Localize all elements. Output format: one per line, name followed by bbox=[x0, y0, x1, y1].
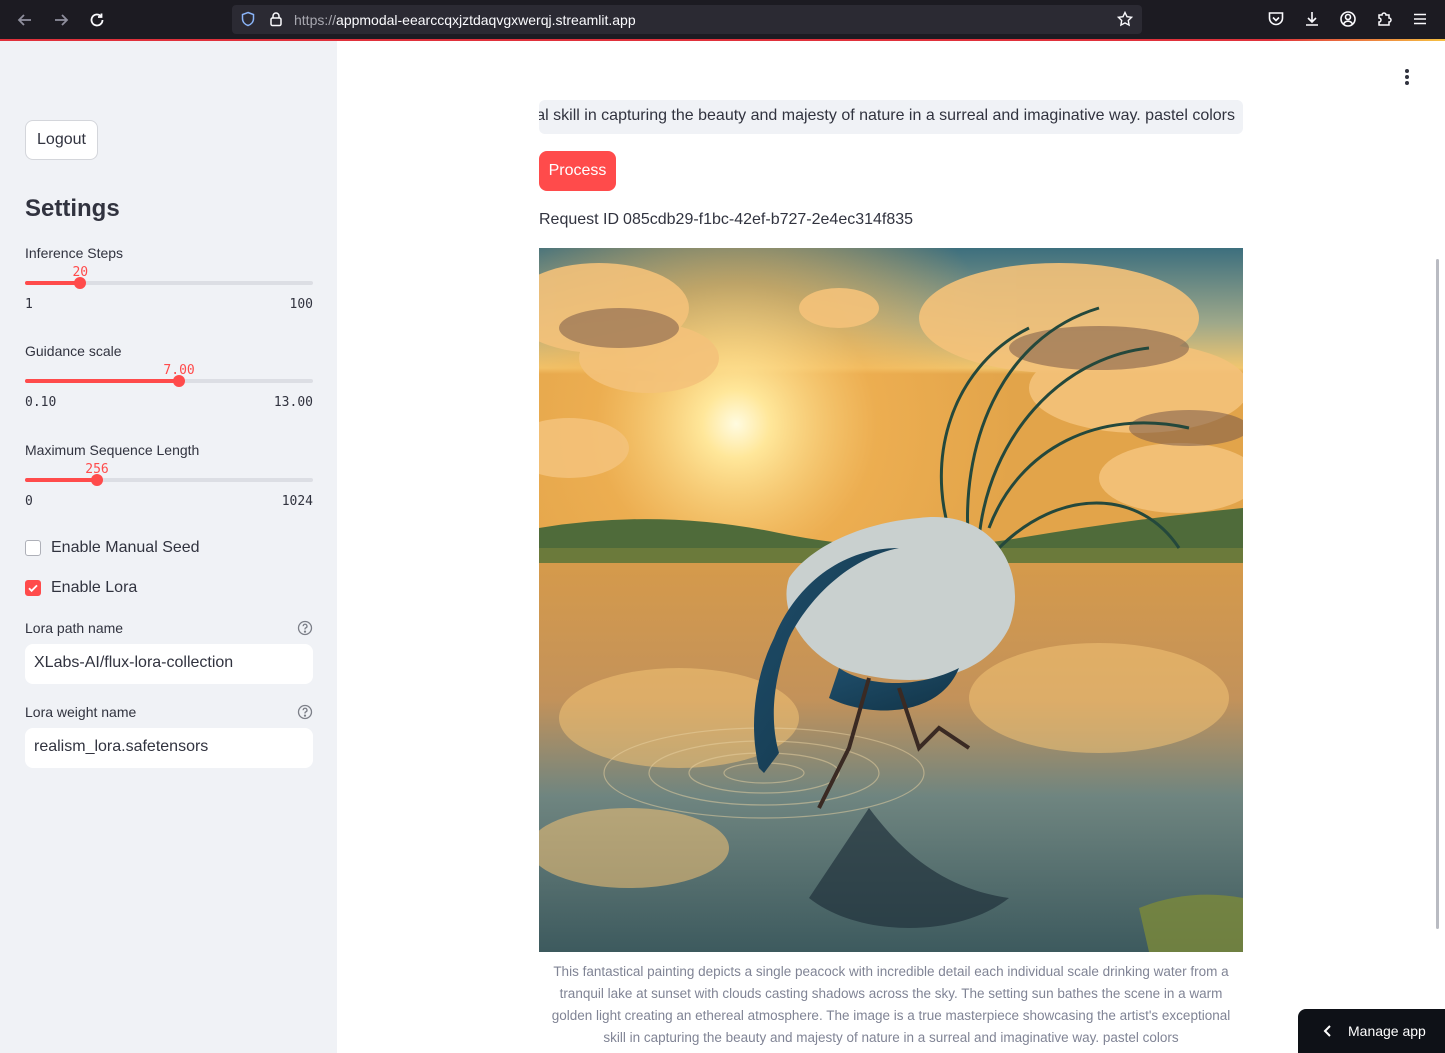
sidebar: Logout Settings Inference Steps 20 1 100… bbox=[0, 41, 337, 1053]
lora-weight-label: Lora weight name bbox=[25, 704, 137, 720]
logout-button[interactable]: Logout bbox=[25, 120, 98, 160]
manage-app-label: Manage app bbox=[1348, 1023, 1426, 1039]
url-prefix: https:// bbox=[294, 12, 337, 28]
request-id-label: Request ID bbox=[539, 211, 620, 228]
manage-app-button[interactable]: Manage app bbox=[1298, 1009, 1445, 1053]
chevron-left-icon bbox=[1323, 1025, 1331, 1037]
prompt-text: otional skill in capturing the beauty an… bbox=[539, 107, 1235, 124]
checkbox-label: Enable Lora bbox=[51, 579, 138, 596]
slider-label: Guidance scale bbox=[25, 343, 122, 359]
account-icon[interactable] bbox=[1339, 10, 1359, 30]
hamburger-menu-icon[interactable] bbox=[1411, 10, 1431, 30]
settings-title: Settings bbox=[25, 195, 120, 222]
forward-icon[interactable] bbox=[50, 9, 72, 31]
extensions-icon[interactable] bbox=[1375, 10, 1395, 30]
scrollbar[interactable] bbox=[1436, 259, 1439, 929]
slider-inference-steps: Inference Steps 20 1 100 bbox=[25, 245, 313, 312]
help-icon[interactable] bbox=[297, 704, 313, 720]
image-caption: This fantastical painting depicts a sing… bbox=[551, 964, 1231, 1045]
slider-track[interactable] bbox=[25, 277, 313, 289]
main-menu-icon[interactable] bbox=[1399, 67, 1415, 87]
slider-thumb[interactable] bbox=[91, 474, 103, 486]
slider-track[interactable] bbox=[25, 375, 313, 387]
browser-toolbar: https://appmodal-eearccqxjztdaqvgxwerqj.… bbox=[0, 0, 1445, 40]
slider-track[interactable] bbox=[25, 474, 313, 486]
slider-fill bbox=[25, 379, 180, 383]
generated-image bbox=[539, 248, 1243, 952]
slider-label: Inference Steps bbox=[25, 245, 124, 261]
checkmark-icon bbox=[28, 584, 38, 593]
address-bar[interactable]: https://appmodal-eearccqxjztdaqvgxwerqj.… bbox=[232, 5, 1142, 34]
shield-icon[interactable] bbox=[240, 11, 256, 27]
slider-max: 100 bbox=[289, 297, 313, 312]
prompt-input[interactable]: otional skill in capturing the beauty an… bbox=[539, 100, 1243, 134]
checkbox-box[interactable] bbox=[25, 540, 41, 556]
checkbox-label: Enable Manual Seed bbox=[51, 539, 200, 556]
pocket-icon[interactable] bbox=[1267, 10, 1287, 30]
slider-max: 13.00 bbox=[273, 395, 313, 410]
slider-thumb[interactable] bbox=[74, 277, 87, 289]
slider-max-sequence-length: Maximum Sequence Length 256 0 1024 bbox=[25, 442, 313, 509]
lora-path-label: Lora path name bbox=[25, 620, 124, 636]
slider-min: 0.10 bbox=[25, 395, 57, 410]
url-text[interactable]: https://appmodal-eearccqxjztdaqvgxwerqj.… bbox=[294, 12, 636, 28]
reload-icon[interactable] bbox=[86, 9, 108, 31]
request-id: Request ID 085cdb29-f1bc-42ef-b727-2e4ec3… bbox=[539, 211, 913, 229]
lora-weight-input[interactable]: realism_lora.safetensors bbox=[25, 728, 313, 768]
request-id-value: 085cdb29-f1bc-42ef-b727-2e4ec314f835 bbox=[623, 211, 914, 228]
slider-guidance-scale: Guidance scale 7.00 0.10 13.00 bbox=[25, 343, 313, 410]
lock-icon[interactable] bbox=[268, 11, 284, 27]
help-icon[interactable] bbox=[297, 620, 313, 636]
slider-thumb[interactable] bbox=[173, 375, 186, 387]
process-button[interactable]: Process bbox=[539, 151, 616, 191]
slider-max: 1024 bbox=[281, 494, 313, 509]
slider-label: Maximum Sequence Length bbox=[25, 442, 200, 458]
slider-fill bbox=[25, 281, 81, 285]
checkbox-enable-lora[interactable]: Enable Lora bbox=[25, 579, 137, 597]
checkbox-box[interactable] bbox=[25, 580, 41, 596]
lora-path-input[interactable]: XLabs-AI/flux-lora-collection bbox=[25, 644, 313, 684]
main-content: otional skill in capturing the beauty an… bbox=[337, 41, 1445, 1053]
slider-min: 1 bbox=[25, 297, 33, 312]
slider-min: 0 bbox=[25, 494, 33, 509]
bookmark-star-icon[interactable] bbox=[1116, 10, 1134, 27]
download-icon[interactable] bbox=[1303, 10, 1323, 30]
slider-fill bbox=[25, 478, 97, 482]
url-host: appmodal-eearccqxjztdaqvgxwerqj.streamli… bbox=[336, 12, 636, 28]
back-icon[interactable] bbox=[14, 9, 36, 31]
checkbox-enable-manual-seed[interactable]: Enable Manual Seed bbox=[25, 539, 200, 557]
